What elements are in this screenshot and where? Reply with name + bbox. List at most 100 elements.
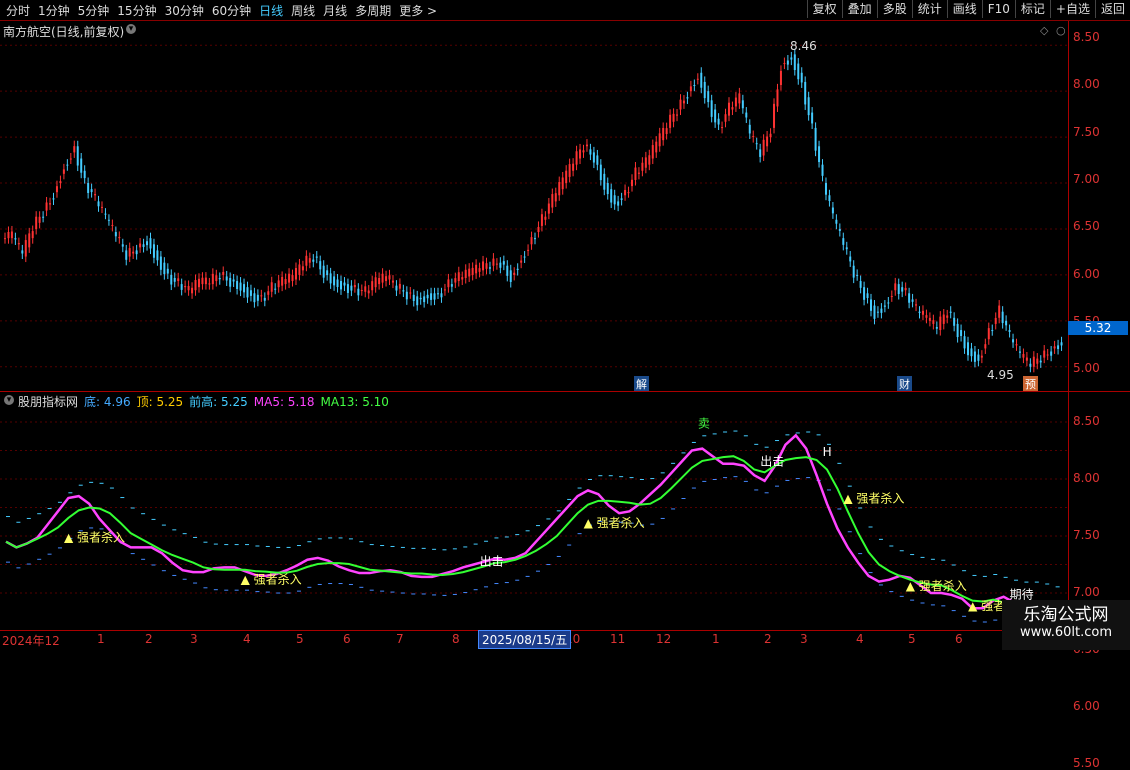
bottom-band [245, 589, 250, 591]
top-band [213, 543, 218, 545]
period-tab[interactable]: 15分钟 [117, 2, 156, 19]
signal-label: ▲ 强者杀入 [64, 529, 125, 544]
main-price-axis: 8.508.007.507.006.506.005.505.00 [1068, 21, 1130, 391]
top-band [733, 430, 738, 432]
x-tick-label: 5 [296, 632, 304, 646]
candle [62, 169, 65, 174]
top-band [369, 544, 374, 546]
candle [243, 284, 246, 293]
candle [208, 283, 211, 285]
top-band [224, 544, 229, 546]
candle [90, 189, 93, 193]
period-tab[interactable]: 周线 [291, 2, 315, 19]
bottom-band [37, 558, 42, 560]
period-tab[interactable]: 60分钟 [212, 2, 251, 19]
candle [585, 144, 588, 147]
top-band [68, 492, 73, 494]
candle [942, 314, 945, 324]
top-band [473, 543, 478, 545]
current-price-box: 5.32 [1068, 321, 1128, 335]
candle [710, 100, 713, 117]
top-band [99, 482, 104, 484]
candle [229, 277, 232, 287]
top-band [463, 546, 468, 548]
y-tick-label: 5.50 [1073, 756, 1100, 770]
period-tab[interactable]: 5分钟 [78, 2, 110, 19]
marker-unlock[interactable]: 解 [634, 376, 649, 392]
watermark: 乐淘公式网 www.60lt.com [1002, 600, 1130, 650]
candle [284, 279, 287, 285]
bottom-band [234, 589, 239, 591]
bottom-band [265, 591, 270, 593]
indicator-plot[interactable]: ▲ 强者杀入▲ 强者杀入出击▲ 强者杀入卖出击H▲ 强者杀入▲ 强者杀入▲ 强者… [0, 392, 1068, 630]
candle [495, 263, 498, 265]
indicator-chart[interactable]: ▾ 股朋指标网 底: 4.96 顶: 5.25 前高: 5.25 MA5: 5.18 MA… [0, 392, 1068, 630]
candle [527, 249, 530, 251]
bottom-band [878, 584, 883, 586]
candle [142, 244, 145, 247]
candlestick-chart[interactable] [0, 21, 1068, 391]
bottom-band [515, 579, 520, 581]
candle [45, 202, 48, 211]
bottom-band [380, 590, 385, 592]
candle [364, 286, 367, 292]
candle [745, 112, 748, 118]
bottom-band [650, 523, 655, 525]
candle [804, 81, 807, 105]
candle [998, 305, 1001, 318]
candle [980, 355, 983, 358]
bottom-band [484, 586, 489, 588]
top-band [276, 546, 281, 548]
candle [218, 277, 221, 280]
toolbar-action-button[interactable]: 返回 [1094, 0, 1130, 18]
candle [73, 146, 76, 153]
period-tab[interactable]: 多周期 [355, 2, 391, 19]
top-band [941, 559, 946, 561]
toolbar-action-button[interactable]: 复权 [806, 0, 842, 18]
candle [973, 351, 976, 362]
bottom-band [182, 578, 187, 580]
bottom-band [47, 553, 52, 555]
top-band [265, 545, 270, 547]
toolbar-action-button[interactable]: 统计 [911, 0, 947, 18]
candle [443, 289, 446, 291]
marker-finance[interactable]: 财 [897, 376, 912, 392]
bottom-band [910, 599, 915, 601]
toolbar-action-button[interactable]: 叠加 [841, 0, 877, 18]
candle [766, 136, 769, 147]
period-tab[interactable]: 更多 > [399, 2, 437, 19]
candle [738, 93, 741, 104]
top-band [130, 507, 135, 509]
top-band [764, 446, 769, 448]
marker-forecast[interactable]: 预 [1023, 376, 1038, 392]
bottom-band [577, 533, 582, 535]
x-tick-label: 12 [656, 632, 672, 646]
signal-label: ▲ 强者杀入 [584, 515, 645, 530]
top-band [691, 441, 696, 443]
toolbar-action-button[interactable]: +自选 [1049, 0, 1095, 18]
top-band [151, 518, 156, 520]
period-tab[interactable]: 30分钟 [165, 2, 204, 19]
bottom-band [473, 589, 478, 591]
candle [842, 238, 845, 245]
top-band [951, 564, 956, 566]
candle [31, 231, 34, 239]
top-band [193, 536, 198, 538]
top-band [296, 545, 301, 547]
candle [1018, 351, 1021, 353]
toolbar-action-button[interactable]: 画线 [946, 0, 982, 18]
toolbar-action-button[interactable]: 标记 [1014, 0, 1050, 18]
toolbar-action-button[interactable]: 多股 [876, 0, 912, 18]
candle [752, 136, 755, 138]
candle [391, 280, 394, 283]
candle [727, 102, 730, 116]
period-tab[interactable]: 日线 [259, 2, 283, 19]
toolbar-action-button[interactable]: F10 [981, 0, 1015, 18]
high-label: 8.46 [790, 39, 817, 53]
period-tab[interactable]: 分时 [6, 2, 30, 19]
period-tab[interactable]: 月线 [323, 2, 347, 19]
candle [883, 305, 886, 307]
period-tab[interactable]: 1分钟 [38, 2, 70, 19]
candle [880, 308, 883, 313]
main-chart[interactable]: 南方航空(日线,前复权) ▾ ◇ ○ 解 财 预 8.46 4.95 [0, 21, 1068, 392]
